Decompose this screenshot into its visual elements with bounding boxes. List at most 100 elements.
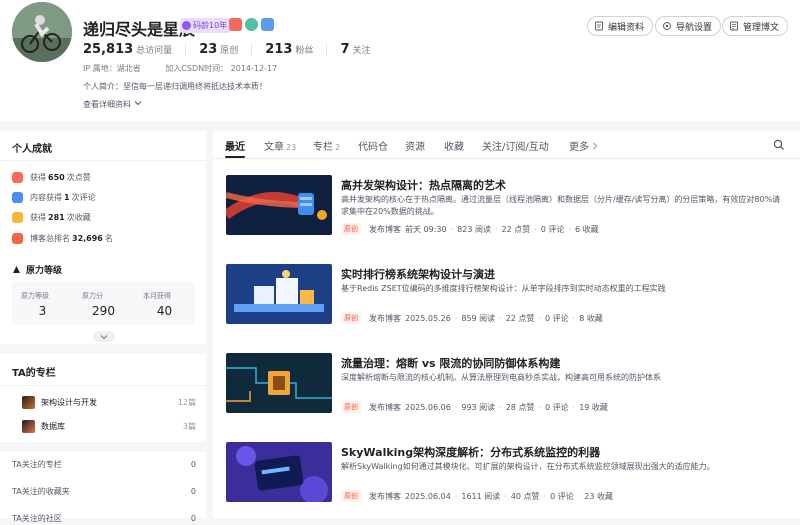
follow-label: TA关注的社区 [12,513,62,523]
article-comments: 0 评论 [550,491,574,501]
meta-separator: · [538,313,541,323]
tab-columns[interactable]: 专栏 2 [313,138,340,153]
tab-resources[interactable]: 资源 [405,138,425,153]
profile-header: 递归尽头是星辰 码龄10年 25,813 总访问量 23 原创 213 粉丝 7 关注 … [0,0,800,121]
article-favs: 6 收藏 [574,224,599,234]
chevron-right-icon [593,142,598,150]
tab-columns-count: 2 [335,143,341,152]
achievement-favorites-pre: 获得 [30,212,46,222]
stat-fans[interactable]: 213 粉丝 [265,42,313,57]
article-description: 深度解析熔断与限流的核心机制。从算法原理到电商秒杀实战，构建高可用系统的防护体系 [341,373,661,382]
stat-following-label: 关注 [352,46,371,56]
achievement-comments-pre: 内容获得 [30,192,62,202]
article-item[interactable]: 实时排行榜系统架构设计与演进 基于Redis ZSET位编码的多维度排行榜架构设… [225,264,785,324]
stat-visits[interactable]: 25,813 总访问量 [83,42,172,57]
article-date: 2025.06.04 [405,491,451,501]
achievement-comments-post: 次评论 [71,192,96,202]
column-name: 架构设计与开发 [41,397,97,407]
manage-posts-button[interactable]: 管理博文 [722,16,789,36]
column-count: 3篇 [182,421,196,431]
code-age-badge: 码龄10年 [180,18,232,33]
tab-repos-label: 代码仓 [358,142,388,153]
article-thumbnail [226,264,332,324]
article-date: 前天 09:30 [405,224,447,234]
followed-columns-link[interactable]: TA关注的专栏 0 [12,457,196,471]
article-title[interactable]: SkyWalking架构深度解析：分布式系统监控的利器 [341,444,600,460]
verified-badge-icon[interactable] [261,18,274,31]
edit-profile-button[interactable]: 编辑资料 [587,16,654,36]
stat-original[interactable]: 23 原创 [199,42,238,57]
stat-divider [251,44,253,55]
tab-favorites[interactable]: 收藏 [444,138,464,153]
profile-name: 递归尽头是星辰 [83,20,196,39]
meta-separator: · [499,402,502,412]
tab-more[interactable]: 更多 [569,138,598,153]
triangle-icon [13,266,20,273]
search-icon[interactable] [773,139,785,151]
original-badge: 原创 [341,223,361,235]
tab-recent[interactable]: 最近 [225,138,245,153]
column-count: 12篇 [177,397,196,407]
column-item[interactable]: 数据库 3篇 [22,418,196,434]
followed-favorites-link[interactable]: TA关注的收藏夹 0 [12,484,196,498]
star-icon [12,211,23,223]
article-item[interactable]: 流量治理：熔断 vs 限流的协同防御体系构建 深度解析熔断与限流的核心机制。从算… [225,353,785,413]
column-item[interactable]: 架构设计与开发 12篇 [22,394,196,410]
code-age-label: 码龄10年 [193,21,228,30]
ip-location: IP 属地：湖北省 [83,64,141,73]
active-tab-indicator [225,156,245,158]
rank-chart-icon [12,232,23,244]
stat-following[interactable]: 7 关注 [340,42,370,57]
tab-columns-label: 专栏 [313,142,333,153]
column-thumbnail [22,419,35,433]
gear-icon [663,22,671,30]
meta-separator: · [534,224,537,234]
article-views: 823 阅读 [457,224,491,234]
tab-articles[interactable]: 文章 23 [264,138,296,153]
achievement-likes-pre: 获得 [30,172,46,182]
original-badge: 原创 [341,401,361,413]
article-item[interactable]: SkyWalking架构深度解析：分布式系统监控的利器 解析SkyWalking… [225,442,785,502]
community-badge-icon[interactable] [245,18,258,31]
divider [0,385,206,386]
article-thumbnail [226,353,332,413]
article-comments: 0 评论 [545,402,569,412]
nav-settings-button[interactable]: 导航设置 [655,16,722,36]
article-description: 高并发架构的核心在于热点隔离。通过流量层（线程池隔离）和数据层（分片/缓存/读写… [341,195,781,216]
achievement-favorites-num: 281 [48,212,65,222]
force-level-cell: 原力等级 3 [12,282,73,325]
achievement-rank-pre: 博客总排名 [30,233,70,243]
achievements-title: 个人成就 [12,144,52,155]
article-comments: 0 评论 [540,224,565,234]
article-likes: 40 点赞 [510,491,540,501]
follow-count: 0 [190,459,196,469]
force-level-label: 原力等级 [21,292,49,300]
more-info-link[interactable]: 查看详细资料 [83,99,142,110]
join-date: 加入CSDN时间： 2014-12-17 [165,64,278,73]
article-action: 发布博客 [369,224,401,234]
stat-fans-label: 粉丝 [295,46,314,56]
article-likes: 22 点赞 [505,313,535,323]
stat-fans-num: 213 [265,42,293,57]
expand-achievements-button[interactable] [93,331,115,342]
article-title[interactable]: 高并发架构设计：热点隔离的艺术 [341,177,506,193]
tab-repos[interactable]: 代码仓 [358,138,388,153]
article-item[interactable]: 高并发架构设计：热点隔离的艺术 高并发架构的核心在于热点隔离。通过流量层（线程池… [225,175,785,235]
original-badge: 原创 [341,490,361,502]
article-action: 发布博客 [369,313,401,323]
meta-separator: · [454,491,458,501]
article-meta: 原创 发布博客 前天 09:30 · 823 阅读 · 22 点赞 · 0 评论 · 6 … [341,223,599,235]
original-badge: 原创 [341,312,361,324]
achievement-favorites: 获得 281 次收藏 [12,210,91,224]
meta-separator: · [538,402,541,412]
followed-communities-link[interactable]: TA关注的社区 0 [12,511,196,525]
avatar[interactable] [12,2,72,62]
article-title[interactable]: 实时排行榜系统架构设计与演进 [341,266,495,282]
blog-expert-badge-icon[interactable] [229,18,242,31]
force-score-cell: 原力分 290 [73,282,134,325]
more-info-label: 查看详细资料 [83,100,131,109]
meta-separator: · [494,224,498,234]
achievement-comments-num: 1 [64,192,70,202]
tab-follow-subscribe[interactable]: 关注/订阅/互动 [482,138,549,153]
article-title[interactable]: 流量治理：熔断 vs 限流的协同防御体系构建 [341,355,560,371]
